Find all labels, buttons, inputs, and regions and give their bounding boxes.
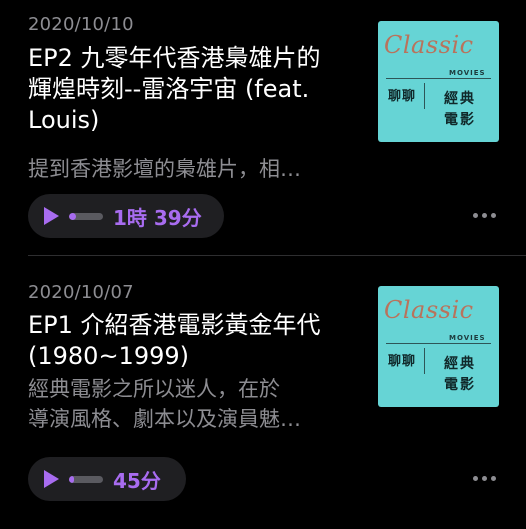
artwork-logo-text: Classic (384, 296, 474, 324)
play-button[interactable]: 1時 39分 (28, 194, 224, 238)
episode-description-line: 提到香港影壇的梟雄片，相… (28, 157, 301, 181)
episode-row-ep1[interactable]: 2020/10/07 EP1 介紹香港電影黃金年代 (1980~1999) 經典… (0, 257, 526, 529)
artwork-divider (386, 343, 491, 344)
artwork-chat-text: 聊聊 (388, 354, 417, 369)
episode-title-line: EP2 九零年代香港梟雄片的 (28, 44, 321, 72)
episode-duration: 1時 39分 (113, 205, 202, 230)
episode-duration: 45分 (113, 468, 161, 493)
episode-title-line: (1980~1999) (28, 342, 189, 370)
play-button[interactable]: 45分 (28, 457, 186, 501)
episode-date: 2020/10/07 (28, 282, 134, 303)
more-icon-dot (482, 213, 487, 218)
artwork-logo-text: Classic (384, 31, 474, 59)
progress-bar (69, 212, 103, 220)
episode-description-line: 經典電影之所以迷人，在於 (28, 377, 280, 401)
episode-title[interactable]: EP1 介紹香港電影黃金年代 (1980~1999) (28, 310, 363, 372)
artwork-cn-text: 經典 電影 (444, 89, 484, 131)
artwork-cn-line: 電影 (444, 377, 476, 393)
episode-row-ep2[interactable]: 2020/10/10 EP2 九零年代香港梟雄片的 輝煌時刻--雷洛宇宙 (fe… (0, 0, 526, 256)
artwork-vertical-divider (424, 348, 425, 374)
episode-description: 提到香港影壇的梟雄片，相… (28, 154, 363, 184)
artwork-vertical-divider (424, 83, 425, 109)
play-icon (44, 470, 59, 488)
progress-bar-fill (69, 475, 75, 483)
episode-title[interactable]: EP2 九零年代香港梟雄片的 輝煌時刻--雷洛宇宙 (feat. Louis) (28, 43, 363, 136)
episode-divider (28, 255, 526, 256)
artwork-logo-subtext: MOVIES (449, 334, 486, 342)
progress-bar (69, 475, 103, 483)
more-icon-dot (473, 476, 478, 481)
more-icon-dot (491, 476, 496, 481)
artwork-chat-text: 聊聊 (388, 89, 417, 104)
more-icon-dot (482, 476, 487, 481)
episode-artwork[interactable]: Classic MOVIES 聊聊 經典 電影 (378, 21, 499, 142)
episode-artwork[interactable]: Classic MOVIES 聊聊 經典 電影 (378, 286, 499, 407)
episode-description-line: 導演風格、劇本以及演員魅… (28, 407, 301, 431)
more-options-button[interactable] (473, 476, 496, 481)
artwork-divider (386, 78, 491, 79)
episode-title-line: EP1 介紹香港電影黃金年代 (28, 311, 321, 339)
more-icon-dot (473, 213, 478, 218)
episode-title-line: Louis) (28, 106, 100, 134)
episode-description: 經典電影之所以迷人，在於 導演風格、劇本以及演員魅… (28, 374, 363, 434)
artwork-logo-subtext: MOVIES (449, 69, 486, 77)
play-icon (44, 207, 59, 225)
artwork-cn-line: 電影 (444, 112, 476, 128)
artwork-cn-line: 經典 (444, 91, 476, 107)
more-icon-dot (491, 213, 496, 218)
episode-title-line: 輝煌時刻--雷洛宇宙 (feat. (28, 75, 310, 103)
more-options-button[interactable] (473, 213, 496, 218)
artwork-cn-text: 經典 電影 (444, 354, 484, 396)
artwork-cn-line: 經典 (444, 356, 476, 372)
episode-date: 2020/10/10 (28, 14, 134, 35)
progress-bar-fill (69, 212, 76, 220)
